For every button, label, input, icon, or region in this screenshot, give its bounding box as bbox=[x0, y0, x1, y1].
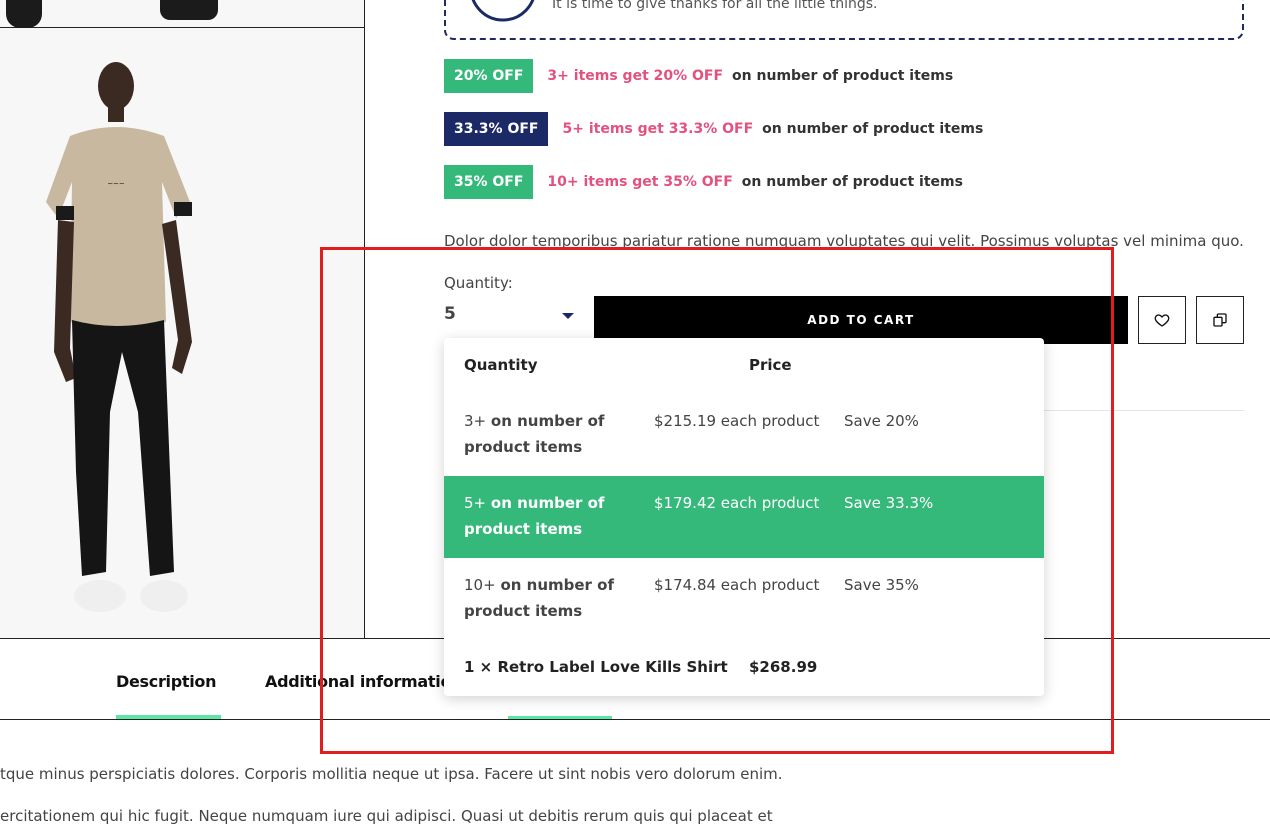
section-divider bbox=[1044, 410, 1244, 411]
tab-description[interactable]: Description bbox=[116, 672, 216, 691]
add-to-cart-button[interactable]: ADD TO CART bbox=[594, 296, 1128, 344]
dropdown-option-5[interactable]: 5+ on number of product items $179.42 ea… bbox=[444, 476, 1044, 558]
option-quantity: 10+ on number of product items bbox=[464, 572, 634, 624]
model-legs-left bbox=[6, 0, 42, 28]
quantity-label: Quantity: bbox=[444, 274, 513, 292]
gallery-thumbnail-top[interactable] bbox=[0, 0, 364, 28]
wishlist-button[interactable] bbox=[1138, 296, 1186, 344]
option-save: Save 20% bbox=[844, 412, 919, 430]
product-page: ~~~ You. It is time to give thanks for a… bbox=[0, 0, 1270, 832]
dropdown-total-label: 1 × Retro Label Love Kills Shirt bbox=[464, 658, 728, 676]
dropdown-total-price: $268.99 bbox=[749, 658, 818, 676]
discount-badge: 33.3% OFF bbox=[444, 112, 549, 146]
discount-badge: 35% OFF bbox=[444, 165, 534, 199]
gift-message-box: You. It is time to give thanks for all t… bbox=[444, 0, 1244, 40]
compare-button[interactable] bbox=[1196, 296, 1244, 344]
option-price: $179.42 each product bbox=[654, 494, 820, 512]
discount-suffix: on number of product items bbox=[741, 174, 963, 190]
dropdown-header-price: Price bbox=[749, 356, 792, 374]
option-quantity: 5+ on number of product items bbox=[464, 490, 634, 542]
dropdown-header-quantity: Quantity bbox=[464, 356, 538, 374]
tabs-bottom-border bbox=[0, 719, 1270, 720]
quantity-select[interactable]: 5 bbox=[444, 304, 580, 330]
option-price: $174.84 each product bbox=[654, 576, 820, 594]
quantity-dropdown: Quantity Price 3+ on number of product i… bbox=[444, 338, 1044, 696]
gift-logo-icon: You. bbox=[471, 0, 535, 22]
dropdown-option-10[interactable]: 10+ on number of product items $174.84 e… bbox=[444, 558, 1044, 640]
quantity-value: 5 bbox=[444, 304, 456, 324]
description-paragraph: ercitationem qui hic fugit. Neque numqua… bbox=[0, 807, 773, 825]
discount-highlight: 5+ items get 33.3% OFF bbox=[562, 121, 754, 137]
option-save: Save 33.3% bbox=[844, 494, 934, 512]
option-qty-value: 10+ bbox=[464, 576, 501, 594]
dropdown-option-3[interactable]: 3+ on number of product items $215.19 ea… bbox=[444, 394, 1044, 476]
option-price: $215.19 each product bbox=[654, 412, 820, 430]
discount-suffix: on number of product items bbox=[732, 68, 954, 84]
gift-message-text: It is time to give thanks for all the li… bbox=[552, 0, 878, 12]
description-paragraph: tque minus perspiciatis dolores. Corpori… bbox=[0, 765, 783, 783]
discount-row-20: 20% OFF 3+ items get 20% OFF on number o… bbox=[444, 59, 953, 93]
compare-icon bbox=[1213, 313, 1227, 327]
discount-row-33: 33.3% OFF 5+ items get 33.3% OFF on numb… bbox=[444, 112, 983, 146]
option-quantity: 3+ on number of product items bbox=[464, 408, 634, 460]
discount-badge: 20% OFF bbox=[444, 59, 534, 93]
model-legs-right bbox=[160, 0, 218, 20]
product-gallery: ~~~ bbox=[0, 0, 365, 638]
svg-text:~~~: ~~~ bbox=[107, 180, 125, 188]
discount-suffix: on number of product items bbox=[762, 121, 984, 137]
product-model-image[interactable]: ~~~ bbox=[40, 52, 220, 632]
heart-icon bbox=[1154, 314, 1170, 327]
discount-highlight: 10+ items get 35% OFF bbox=[547, 174, 733, 190]
option-save: Save 35% bbox=[844, 576, 919, 594]
product-short-description: Dolor dolor temporibus pariatur ratione … bbox=[444, 232, 1244, 250]
option-qty-value: 5+ bbox=[464, 494, 491, 512]
tab-additional-information[interactable]: Additional informatio bbox=[265, 672, 451, 691]
caret-down-icon bbox=[562, 313, 574, 319]
discount-highlight: 3+ items get 20% OFF bbox=[547, 68, 724, 84]
discount-row-35: 35% OFF 10+ items get 35% OFF on number … bbox=[444, 165, 963, 199]
option-qty-value: 3+ bbox=[464, 412, 491, 430]
